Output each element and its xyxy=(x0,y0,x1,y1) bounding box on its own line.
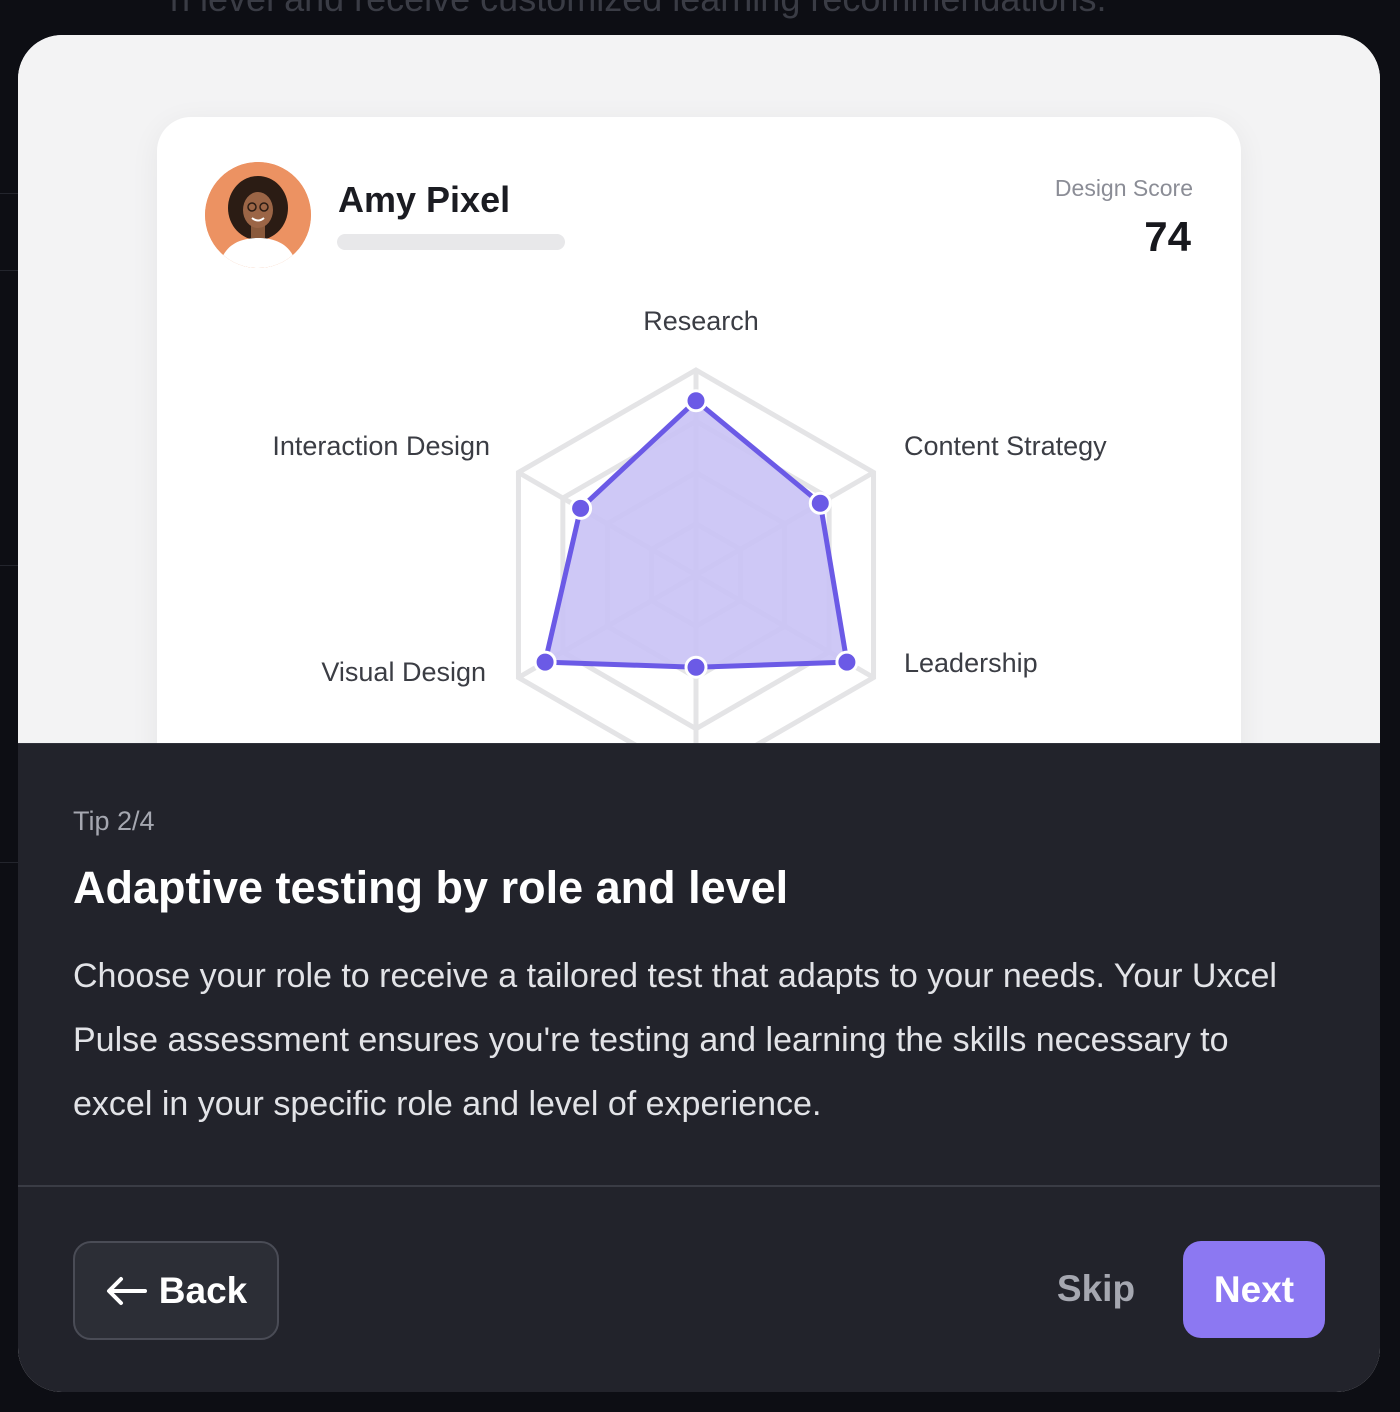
background-divider xyxy=(0,862,20,863)
onboarding-tip-modal: Amy Pixel Design Score 74 Research Conten… xyxy=(18,35,1380,1392)
radar-series-area xyxy=(542,398,850,670)
background-divider xyxy=(0,193,20,194)
radar-axis-label: Leadership xyxy=(904,648,1038,678)
next-button-label: Next xyxy=(1213,1268,1295,1310)
radar-axis-label: Interaction Design xyxy=(272,431,490,461)
skip-button-label: Skip xyxy=(1056,1267,1136,1309)
back-button-label: Back xyxy=(158,1269,248,1311)
radar-data-point xyxy=(569,496,593,520)
background-top-text: n level and receive customized learning … xyxy=(170,0,1107,20)
radar-data-point xyxy=(533,650,557,674)
skills-radar-chart: Research Content Strategy Leadership Visual… xyxy=(272,306,1107,783)
preview-area: Amy Pixel Design Score 74 Research Conten… xyxy=(18,35,1380,817)
footer-divider xyxy=(18,1185,1380,1187)
background-divider xyxy=(0,565,20,566)
tip-title: Adaptive testing by role and level xyxy=(73,862,789,913)
radar-data-point xyxy=(808,491,832,515)
radar-data-point xyxy=(684,655,708,679)
skip-button[interactable]: Skip xyxy=(1031,1241,1161,1336)
tip-description: Choose your role to receive a tailored t… xyxy=(73,957,1277,1123)
next-button[interactable]: Next xyxy=(1183,1241,1325,1338)
background-divider xyxy=(0,270,20,271)
profile-card: Amy Pixel Design Score 74 Research Conten… xyxy=(157,117,1241,817)
tip-panel: Tip 2/4 Adaptive testing by role and lev… xyxy=(18,743,1380,1392)
radar-axis-label: Research xyxy=(643,306,759,336)
radar-data-point xyxy=(835,650,859,674)
radar-axis-label: Content Strategy xyxy=(904,431,1107,461)
radar-axis-label: Visual Design xyxy=(321,657,486,687)
arrow-left-icon xyxy=(106,1276,147,1305)
back-button[interactable]: Back xyxy=(73,1241,279,1340)
tip-step-counter: Tip 2/4 xyxy=(73,806,155,836)
radar-data-point xyxy=(684,389,708,413)
